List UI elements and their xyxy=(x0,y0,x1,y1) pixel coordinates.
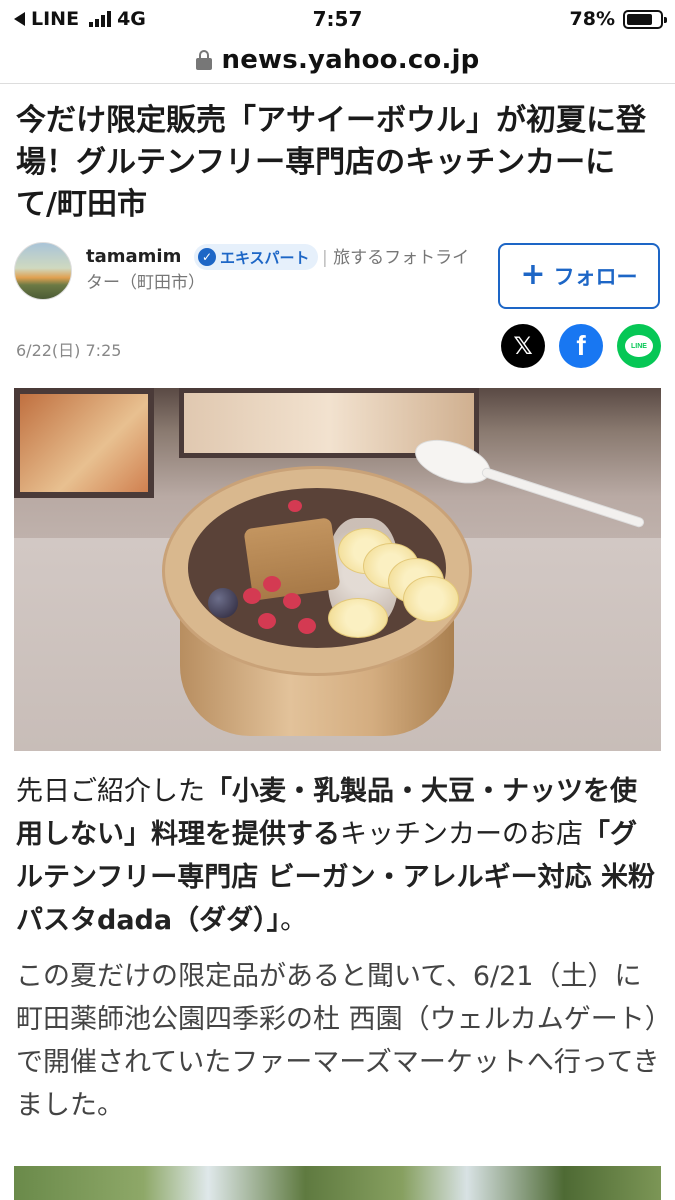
background-poster xyxy=(14,388,154,498)
battery-fill xyxy=(627,13,652,25)
article-body: 先日ご紹介した「小麦・乳製品・大豆・ナッツを使用しない」料理を提供するキッチンカ… xyxy=(16,770,661,1140)
paragraph-text: 。 xyxy=(280,905,308,936)
article-title: 今だけ限定販売「アサイーボウル」が初夏に登場！グルテンフリー専門店のキッチンカー… xyxy=(16,103,646,222)
follow-label: フォロー xyxy=(553,265,638,289)
lock-icon xyxy=(195,49,212,70)
paragraph: 先日ご紹介した「小麦・乳製品・大豆・ナッツを使用しない」料理を提供するキッチンカ… xyxy=(16,770,661,942)
author-separator: | xyxy=(322,248,328,268)
battery-icon xyxy=(623,9,667,29)
paragraph: この夏だけの限定品があると聞いて、6/21（土）に町田薬師池公園四季彩の杜 西園… xyxy=(16,961,660,1121)
author-description: | 旅するフォトライター（町田市） xyxy=(86,246,484,296)
paragraph-text: 先日ご紹介した xyxy=(16,776,205,807)
status-right: 78% xyxy=(569,8,667,30)
x-icon[interactable]: 𝕏 xyxy=(501,324,545,368)
facebook-icon[interactable]: f xyxy=(559,324,603,368)
line-icon[interactable]: LINE xyxy=(617,324,661,368)
author-description-text: 旅するフォトライター（町田市） xyxy=(86,248,470,293)
avatar[interactable] xyxy=(14,242,72,300)
publish-date: 6/22(日) 7:25 xyxy=(16,341,122,360)
author-block[interactable]: tamamim ✓ エキスパート | 旅するフォトライター（町田市） xyxy=(14,242,484,302)
article-photo[interactable] xyxy=(14,388,661,751)
status-bar: LINE 4G 7:57 78% xyxy=(0,0,675,36)
paragraph-text: キッチンカーのお店 xyxy=(340,819,583,850)
url-text[interactable]: news.yahoo.co.jp xyxy=(222,45,480,75)
line-icon-label: LINE xyxy=(625,335,653,357)
url-bar[interactable]: news.yahoo.co.jp xyxy=(0,36,675,84)
battery-cap xyxy=(664,16,667,23)
next-photo[interactable] xyxy=(14,1166,661,1200)
plus-icon: + xyxy=(520,256,546,292)
follow-button[interactable]: + フォロー xyxy=(498,243,660,309)
acai-bowl xyxy=(162,466,472,736)
battery-percent: 78% xyxy=(569,8,615,30)
